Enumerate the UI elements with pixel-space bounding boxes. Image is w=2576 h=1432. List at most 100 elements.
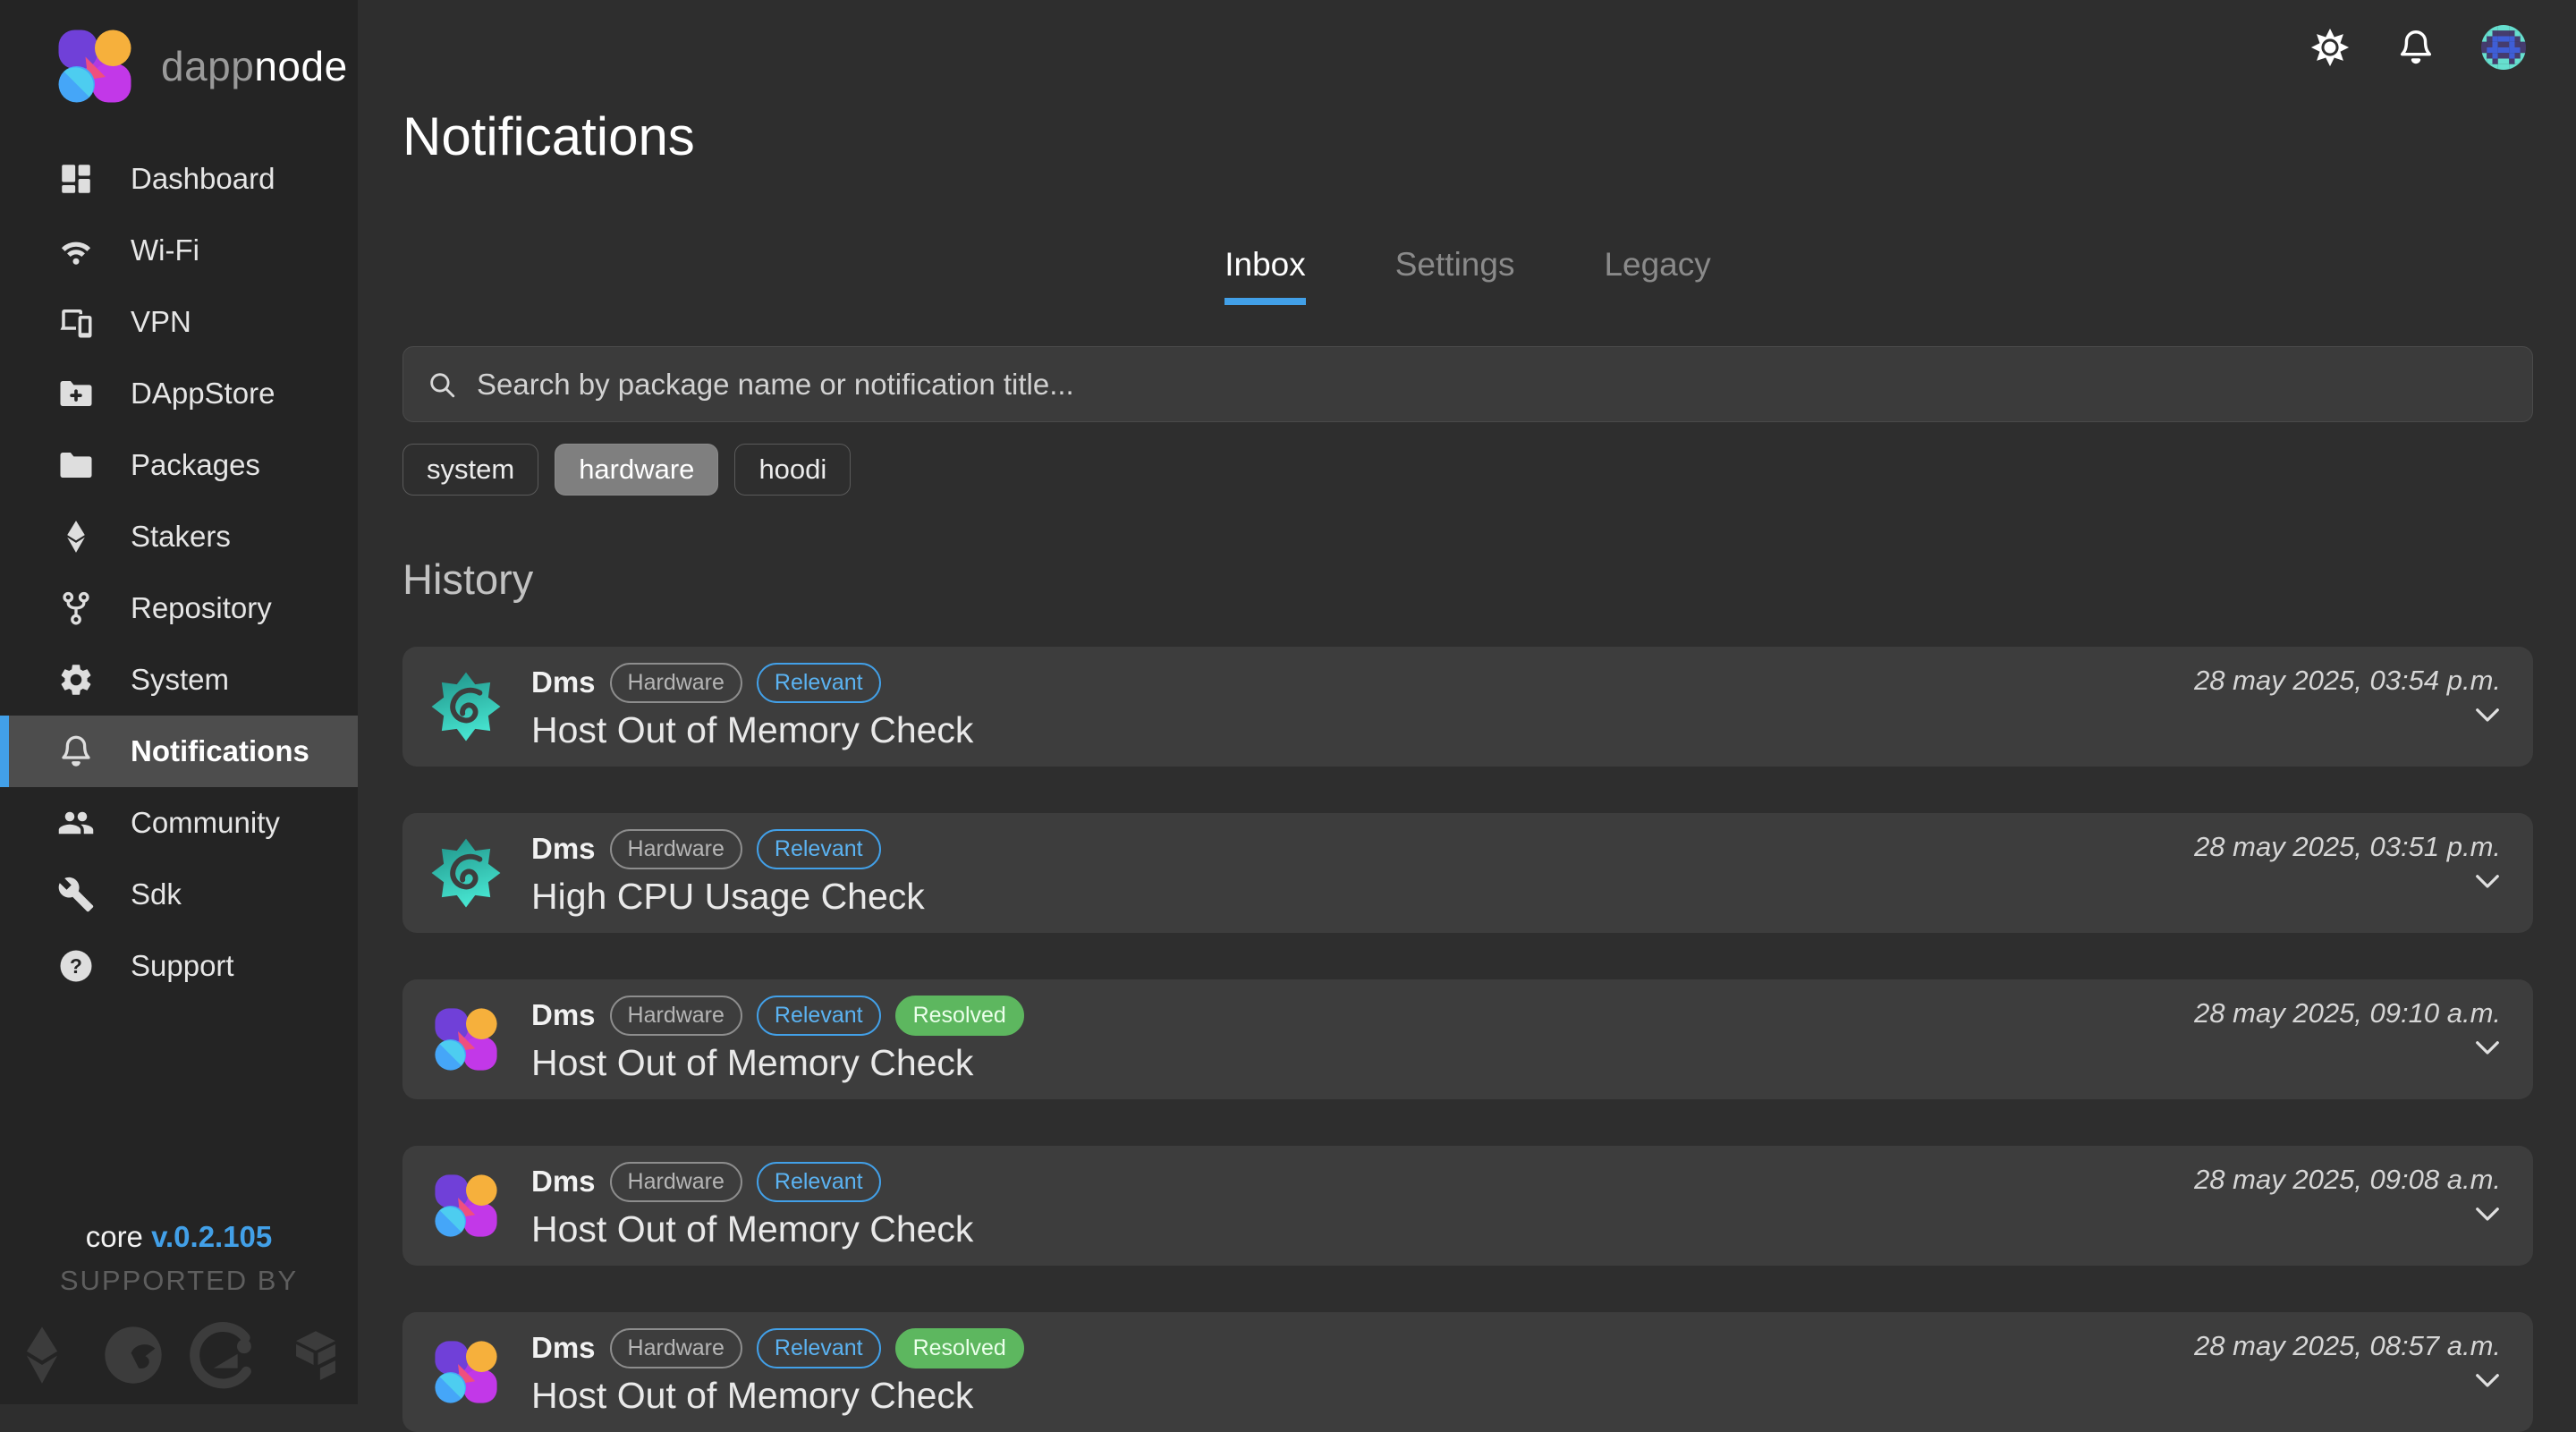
- sidebar-item-community[interactable]: Community: [0, 787, 358, 859]
- dappnode-logo-icon: [52, 23, 138, 109]
- sidebar-item-notifications[interactable]: Notifications: [0, 716, 358, 787]
- history-heading: History: [402, 555, 2533, 604]
- sidebar-item-label: Dashboard: [131, 162, 275, 196]
- dappstore-icon: [57, 375, 95, 412]
- chevron-down-icon[interactable]: [2474, 1040, 2501, 1056]
- notification-source: Dms: [531, 1165, 596, 1199]
- sidebar-item-sdk[interactable]: Sdk: [0, 859, 358, 930]
- search-input[interactable]: [475, 367, 2509, 402]
- sidebar-item-dappstore[interactable]: DAppStore: [0, 358, 358, 429]
- relevant-badge: Relevant: [757, 1162, 881, 1202]
- sidebar-item-packages[interactable]: Packages: [0, 429, 358, 501]
- theme-toggle-sun-icon[interactable]: [2309, 27, 2351, 68]
- tab-legacy[interactable]: Legacy: [1604, 246, 1710, 305]
- search-icon: [427, 369, 457, 400]
- notification-meta-row: Dms Hardware Relevant Resolved: [531, 1328, 1024, 1368]
- sidebar-item-label: System: [131, 663, 229, 697]
- topbar-icons: [2309, 25, 2526, 70]
- notification-source: Dms: [531, 998, 596, 1032]
- tabs: Inbox Settings Legacy: [402, 246, 2533, 305]
- filter-chip-hoodi[interactable]: hoodi: [734, 444, 851, 496]
- sidebar-item-label: Repository: [131, 591, 272, 625]
- notification-right: 28 may 2025, 03:54 p.m.: [2194, 647, 2501, 724]
- notification-source: Dms: [531, 1331, 596, 1365]
- chevron-down-icon[interactable]: [2474, 1207, 2501, 1223]
- notification-card[interactable]: Dms Hardware Relevant Resolved Host Out of M…: [402, 1312, 2533, 1432]
- sidebar-item-label: Notifications: [131, 734, 309, 768]
- notification-timestamp: 28 may 2025, 08:57 a.m.: [2194, 1330, 2501, 1362]
- hardware-badge: Hardware: [610, 1162, 742, 1202]
- packages-icon: [57, 446, 95, 484]
- avatar-blockies[interactable]: [2481, 25, 2526, 70]
- notification-card[interactable]: DmsHardwareRelevantResolvedHost Out of M…: [402, 979, 2533, 1099]
- hardware-badge: Hardware: [610, 663, 742, 703]
- core-version-line: core v.0.2.105: [0, 1220, 358, 1254]
- relevant-badge: Relevant: [757, 829, 881, 869]
- sidebar: dappnode Dashboard Wi-Fi VPN DAppStore Packa…: [0, 0, 358, 1404]
- chevron-down-icon[interactable]: [2474, 708, 2501, 724]
- sidebar-item-label: DAppStore: [131, 377, 275, 411]
- notification-card[interactable]: DmsHardwareRelevantHost Out of Memory Ch…: [402, 647, 2533, 767]
- gnosis-owl-logo-icon[interactable]: [98, 1320, 168, 1390]
- dashboard-icon: [57, 160, 95, 198]
- notification-body: DmsHardwareRelevantHost Out of Memory Ch…: [531, 663, 973, 751]
- brand-logo[interactable]: dappnode: [0, 0, 358, 134]
- hardware-badge: Hardware: [610, 829, 742, 869]
- notification-source: Dms: [531, 832, 596, 866]
- main-content: Notifications Inbox Settings Legacy system…: [358, 0, 2576, 1404]
- notification-body: DmsHardwareRelevantResolvedHost Out of M…: [531, 996, 1024, 1084]
- grafana-package-icon: [429, 836, 503, 910]
- relevant-badge: Relevant: [757, 1328, 881, 1368]
- sidebar-item-stakers[interactable]: Stakers: [0, 501, 358, 572]
- notification-right: 28 may 2025, 09:08 a.m.: [2194, 1146, 2501, 1223]
- sidebar-item-support[interactable]: ? Support: [0, 930, 358, 1002]
- relevant-badge: Relevant: [757, 663, 881, 703]
- hardware-badge: Hardware: [610, 1328, 742, 1368]
- ethereum-logo-icon[interactable]: [7, 1320, 77, 1390]
- sidebar-item-label: Wi-Fi: [131, 233, 199, 267]
- sidebar-item-label: Packages: [131, 448, 260, 482]
- bell-icon[interactable]: [2395, 27, 2436, 68]
- chevron-down-icon[interactable]: [2474, 1373, 2501, 1389]
- notification-body: Dms Hardware Relevant Resolved Host Out of M…: [531, 1328, 1024, 1417]
- svg-text:?: ?: [70, 954, 82, 978]
- dappnode-package-icon: [429, 1169, 503, 1242]
- sidebar-item-label: Community: [131, 806, 280, 840]
- system-icon: [57, 661, 95, 699]
- chevron-down-icon[interactable]: [2474, 874, 2501, 890]
- relevant-badge: Relevant: [757, 996, 881, 1036]
- notification-list: Dms Hardware Relevant Host Out of Memory Ch…: [402, 647, 2533, 1432]
- filter-chips: system hardware hoodi: [402, 444, 2533, 496]
- sidebar-item-repository[interactable]: Repository: [0, 572, 358, 644]
- notifications-icon: [57, 733, 95, 770]
- notification-card[interactable]: DmsHardwareRelevantHost Out of Memory Ch…: [402, 1146, 2533, 1266]
- sidebar-item-label: Support: [131, 949, 234, 983]
- resolved-badge: Resolved: [895, 1328, 1024, 1368]
- dappnode-package-icon: [429, 1003, 503, 1076]
- filter-chip-system[interactable]: system: [402, 444, 538, 496]
- resolved-badge: Resolved: [895, 996, 1024, 1036]
- support-icon: ?: [57, 947, 95, 985]
- sidebar-item-dashboard[interactable]: Dashboard: [0, 143, 358, 215]
- notification-meta-row: Dms Hardware Relevant: [531, 663, 973, 703]
- filter-chip-hardware[interactable]: hardware: [555, 444, 718, 496]
- page-title: Notifications: [402, 0, 2533, 167]
- notification-card[interactable]: Dms Hardware Relevant High CPU Usage Check 2…: [402, 813, 2533, 933]
- stakers-icon: [57, 518, 95, 555]
- notification-source: Dms: [531, 665, 596, 699]
- notification-timestamp: 28 may 2025, 03:51 p.m.: [2194, 831, 2501, 863]
- sidebar-item-vpn[interactable]: VPN: [0, 286, 358, 358]
- sidebar-item-system[interactable]: System: [0, 644, 358, 716]
- tab-inbox[interactable]: Inbox: [1224, 246, 1306, 305]
- notification-timestamp: 28 may 2025, 09:08 a.m.: [2194, 1164, 2501, 1196]
- core-version-value: v.0.2.105: [151, 1220, 272, 1253]
- cube-stack-logo-icon[interactable]: [281, 1320, 351, 1390]
- sidebar-item-label: Stakers: [131, 520, 231, 554]
- notification-title: High CPU Usage Check: [531, 876, 925, 918]
- grafana-package-icon: [429, 670, 503, 743]
- sidebar-item-wi-fi[interactable]: Wi-Fi: [0, 215, 358, 286]
- circle-arc-logo-icon[interactable]: [190, 1320, 259, 1390]
- vpn-icon: [57, 303, 95, 341]
- tab-settings[interactable]: Settings: [1395, 246, 1515, 305]
- notification-title: Host Out of Memory Check: [531, 1375, 1024, 1417]
